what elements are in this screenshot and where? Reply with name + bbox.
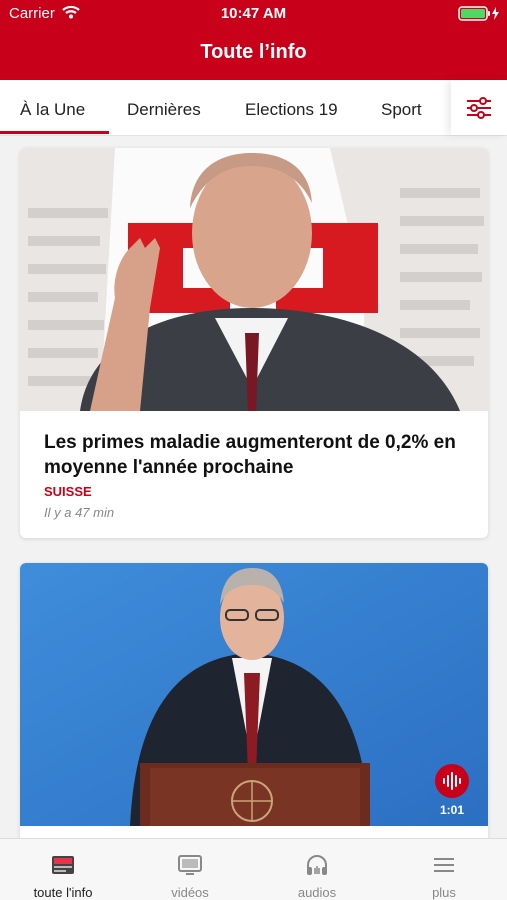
page-title: Toute l’info [200,41,307,63]
nav-toute-l-info[interactable]: toute l'info [0,839,126,900]
article-headline[interactable]: Les primes maladie augmenteront de 0,2% … [44,430,464,480]
news-icon [52,856,74,874]
article-card[interactable]: 1:01 [20,563,488,843]
nav-audios[interactable]: audios [254,839,380,900]
nav-label: plus [432,885,456,900]
nav-videos[interactable]: vidéos [127,839,253,900]
category-tabs: À la Une Dernières Elections 19 Sport [0,80,507,136]
clock: 10:47 AM [220,5,287,22]
tv-icon [178,855,202,875]
filter-button[interactable] [451,80,507,135]
article-category: SUISSE [44,484,92,499]
nav-label: toute l'info [33,885,93,900]
battery-icon [458,6,499,21]
nav-label: vidéos [171,885,209,900]
tab-a-la-une[interactable]: À la Une [20,100,85,120]
menu-icon [434,858,454,872]
tab-dernieres[interactable]: Dernières [127,100,201,120]
nav-plus[interactable]: plus [381,839,507,900]
headphones-icon [307,855,327,875]
tab-elections-19[interactable]: Elections 19 [245,100,338,120]
app-header: Carrier 10:47 AM Toute l’info [0,0,507,80]
media-duration: 1:01 [439,803,465,817]
audio-play-button[interactable] [435,764,469,798]
nav-label: audios [297,885,337,900]
article-photo [20,148,488,411]
tab-sport[interactable]: Sport [381,100,422,120]
bottom-nav: toute l'info vidéos audios plus [0,838,507,900]
active-tab-indicator [0,131,109,134]
audio-wave-icon [443,772,461,790]
status-bar: Carrier 10:47 AM [0,0,507,28]
article-card[interactable]: Les primes maladie augmenteront de 0,2% … [20,148,488,538]
article-photo [20,563,488,826]
sliders-icon [467,96,491,119]
article-timestamp: Il y a 47 min [44,505,115,520]
